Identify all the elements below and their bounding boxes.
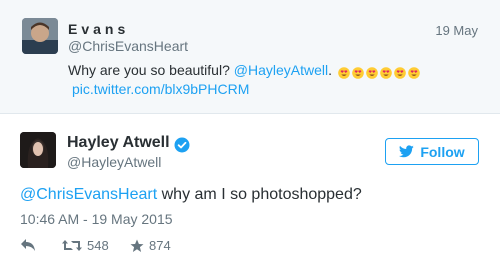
tweet-text: @ChrisEvansHeart why am I so photoshoppe… <box>20 186 362 204</box>
parent-mention-link[interactable]: @HayleyAtwell <box>234 62 328 78</box>
verified-badge-icon <box>174 137 190 153</box>
mention-link[interactable]: @ChrisEvansHeart <box>20 186 157 203</box>
author-handle[interactable]: @HayleyAtwell <box>67 154 161 170</box>
parent-text-body: Why are you so beautiful? <box>68 62 234 78</box>
embedded-tweet-card: Evans @ChrisEvansHeart 19 May Why are yo… <box>0 0 500 273</box>
heart-eyes-emoji-icon <box>338 67 350 80</box>
parent-text-punct: . <box>328 62 333 78</box>
heart-eyes-emoji-icon <box>366 67 378 80</box>
retweet-button[interactable]: 548 <box>62 238 109 253</box>
reply-icon <box>21 239 35 251</box>
tweet-text-body: why am I so photoshopped? <box>157 186 362 203</box>
twitter-bird-icon <box>399 145 415 158</box>
heart-eyes-emoji-icon <box>394 67 406 80</box>
heart-eyes-emoji-group <box>338 64 422 80</box>
follow-button[interactable]: Follow <box>385 138 479 165</box>
parent-pic-link[interactable]: pic.twitter.com/blx9bPHCRM <box>72 81 249 97</box>
like-count: 874 <box>149 238 171 253</box>
heart-eyes-emoji-icon <box>408 67 420 80</box>
retweet-count: 548 <box>87 238 109 253</box>
parent-tweet[interactable]: Evans @ChrisEvansHeart 19 May Why are yo… <box>0 0 500 114</box>
reply-button[interactable] <box>20 238 36 252</box>
tweet-timestamp[interactable]: 10:46 AM - 19 May 2015 <box>20 211 173 227</box>
parent-date[interactable]: 19 May <box>435 23 478 38</box>
parent-author-handle[interactable]: @ChrisEvansHeart <box>68 38 188 54</box>
heart-eyes-emoji-icon <box>352 67 364 80</box>
parent-author-name[interactable]: Evans <box>68 21 129 37</box>
parent-tweet-text: Why are you so beautiful? @HayleyAtwell. <box>68 62 422 80</box>
heart-eyes-emoji-icon <box>380 67 392 80</box>
star-icon <box>130 239 144 252</box>
parent-avatar[interactable] <box>22 18 58 54</box>
author-name[interactable]: Hayley Atwell <box>67 134 170 152</box>
author-avatar[interactable] <box>20 132 56 168</box>
retweet-icon <box>62 240 82 251</box>
like-button[interactable]: 874 <box>130 238 171 253</box>
follow-label: Follow <box>420 143 465 160</box>
